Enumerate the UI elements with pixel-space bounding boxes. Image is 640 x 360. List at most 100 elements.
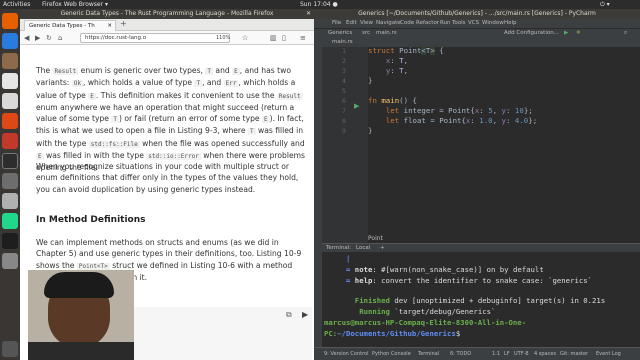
zoom-indicator[interactable]: 110% (216, 35, 230, 41)
url-bar[interactable]: https://doc.rust-lang.o (80, 33, 230, 43)
editor-breadcrumb[interactable]: Point (368, 235, 383, 242)
menu-icon[interactable]: ≡ (300, 34, 306, 42)
clock[interactable]: Sun 17:04 ● (300, 0, 338, 9)
home-icon[interactable]: ⌂ (58, 34, 62, 42)
terminal-tab[interactable]: Terminal (418, 348, 439, 360)
heading-in-method-definitions: In Method Definitions (36, 215, 146, 225)
run-config-dropdown[interactable]: Add Configuration... (504, 29, 559, 38)
todo-tab[interactable]: 6: TODO (450, 348, 471, 360)
code-line-1[interactable]: struct Point<T> { (368, 46, 444, 55)
line-number: 5 (342, 87, 346, 95)
forward-icon[interactable]: ▶ (35, 34, 40, 42)
firefox-titlebar: Generic Data Types - The Rust Programmin… (20, 9, 314, 19)
writer-icon[interactable] (2, 73, 18, 89)
code-line-3[interactable]: y: T, (368, 66, 408, 75)
firefox-window-title: Generic Data Types - The Rust Programmin… (60, 10, 274, 17)
thunderbird-icon[interactable] (2, 33, 18, 49)
file-encoding[interactable]: UTF-8 (514, 348, 529, 360)
back-icon[interactable]: ◀ (24, 34, 29, 42)
code-line-7[interactable]: let integer = Point{x: 5, y: 10}; (368, 106, 533, 115)
menu-vcs[interactable]: VCS (468, 19, 479, 28)
terminal-output[interactable]: | = note: #[warn(non_snake_case)] on by … (322, 252, 640, 347)
line-number: 8 (342, 117, 346, 125)
obs-icon[interactable] (2, 233, 18, 249)
nav-src[interactable]: src (362, 29, 370, 38)
webcam-overlay (28, 270, 134, 360)
menu-file[interactable]: File (332, 19, 341, 28)
menu-refactor[interactable]: Refactor (416, 19, 439, 28)
menu-window[interactable]: Window (482, 19, 504, 28)
version-control-tab[interactable]: 9: Version Control (324, 348, 369, 360)
launcher-dock (0, 9, 20, 360)
terminal-line: = note: #[warn(non_snake_case)] on by de… (346, 264, 544, 274)
terminal-icon[interactable] (2, 153, 18, 169)
debug-icon[interactable]: ✱ (576, 29, 581, 38)
software-icon[interactable] (2, 93, 18, 109)
code-line-8[interactable]: let float = Point{x: 1.0, y: 4.0}; (368, 116, 537, 125)
line-number: 3 (342, 67, 346, 75)
python-console-tab[interactable]: Python Console (372, 348, 411, 360)
line-number: 2 (342, 57, 346, 65)
code-line-6[interactable]: fn main() { (368, 96, 417, 105)
help-icon[interactable] (2, 133, 18, 149)
close-tab-icon[interactable]: ✕ (107, 21, 112, 31)
nav-file[interactable]: main.rs (376, 29, 397, 38)
terminal-line: | (346, 254, 351, 263)
event-log[interactable]: Event Log (596, 348, 621, 360)
firefox-icon[interactable] (2, 13, 18, 29)
paragraph-result-enum: The Result enum is generic over two type… (36, 66, 306, 173)
show-apps-icon[interactable] (2, 341, 18, 357)
url-text: https://doc.rust-lang.o (85, 35, 147, 41)
git-branch[interactable]: Git: master (560, 348, 588, 360)
line-separator[interactable]: LF (504, 348, 510, 360)
pycharm-menubar: File Edit View Navigate Code Refactor Ru… (314, 19, 640, 28)
activities-button[interactable]: Activities (3, 0, 30, 9)
editor-tabs: main.rs (314, 38, 640, 47)
editor-tab-main-rs[interactable]: main.rs (332, 38, 353, 47)
new-tab-button[interactable]: + (120, 19, 127, 28)
code-line-9[interactable]: } (368, 126, 372, 135)
sidebar-icon[interactable]: ▯ (282, 34, 286, 42)
indent-setting[interactable]: 4 spaces (534, 348, 556, 360)
line-number: 1 (342, 47, 346, 55)
library-icon[interactable]: ▥ (270, 34, 277, 42)
search-everywhere-icon[interactable]: ⌕ (624, 29, 627, 38)
menu-edit[interactable]: Edit (346, 19, 357, 28)
tab-generic-data-types[interactable]: Generic Data Types - Th ✕ (24, 20, 116, 31)
code-line-2[interactable]: x: T, (368, 56, 408, 65)
app-menu[interactable]: Firefox Web Browser ▾ (42, 0, 108, 9)
image-viewer-icon[interactable] (2, 193, 18, 209)
pycharm-navbar: Generics src main.rs Add Configuration..… (314, 28, 640, 38)
firefox-tab-strip: Generic Data Types - Th ✕ + (20, 19, 314, 31)
bookmark-star-icon[interactable]: ☆ (242, 34, 248, 42)
presenter-shirt (28, 342, 134, 360)
copy-code-icon[interactable]: ⧉ (286, 310, 292, 320)
terminal-header: Terminal: Local + (322, 243, 640, 252)
tab-label: Generic Data Types - Th (29, 23, 95, 29)
settings-icon[interactable] (2, 173, 18, 189)
reload-icon[interactable]: ↻ (46, 34, 52, 42)
terminal-prompt: marcus@marcus-HP-Compaq-Elite-8300-All-i… (324, 317, 527, 338)
trash-icon[interactable] (2, 253, 18, 269)
run-main-gutter-icon[interactable]: ▶ (354, 102, 359, 110)
close-window-icon[interactable]: ✕ (306, 9, 311, 19)
presenter-hair (44, 272, 114, 298)
nav-project[interactable]: Generics (328, 29, 352, 38)
terminal-line: Running `target/debug/Generics` (359, 307, 496, 317)
run-code-icon[interactable]: ▶ (302, 310, 308, 319)
run-icon[interactable]: ▶ (564, 29, 568, 38)
files-icon[interactable] (2, 53, 18, 69)
menu-view[interactable]: View (360, 19, 373, 28)
menu-run[interactable]: Run (440, 19, 451, 28)
system-tray-icons[interactable]: ⏻ ▾ (600, 0, 610, 9)
pycharm-icon[interactable] (2, 213, 18, 229)
cursor-position[interactable]: 1:1 (492, 348, 500, 360)
menu-navigate[interactable]: Navigate (376, 19, 401, 28)
menu-tools[interactable]: Tools (452, 19, 466, 28)
system-top-bar: Activities Firefox Web Browser ▾ Sun 17:… (0, 0, 640, 9)
tool-window-strip (314, 37, 322, 357)
menu-help[interactable]: Help (504, 19, 517, 28)
code-line-4[interactable]: } (368, 76, 372, 85)
ubuntu-store-icon[interactable] (2, 113, 18, 129)
menu-code[interactable]: Code (400, 19, 414, 28)
